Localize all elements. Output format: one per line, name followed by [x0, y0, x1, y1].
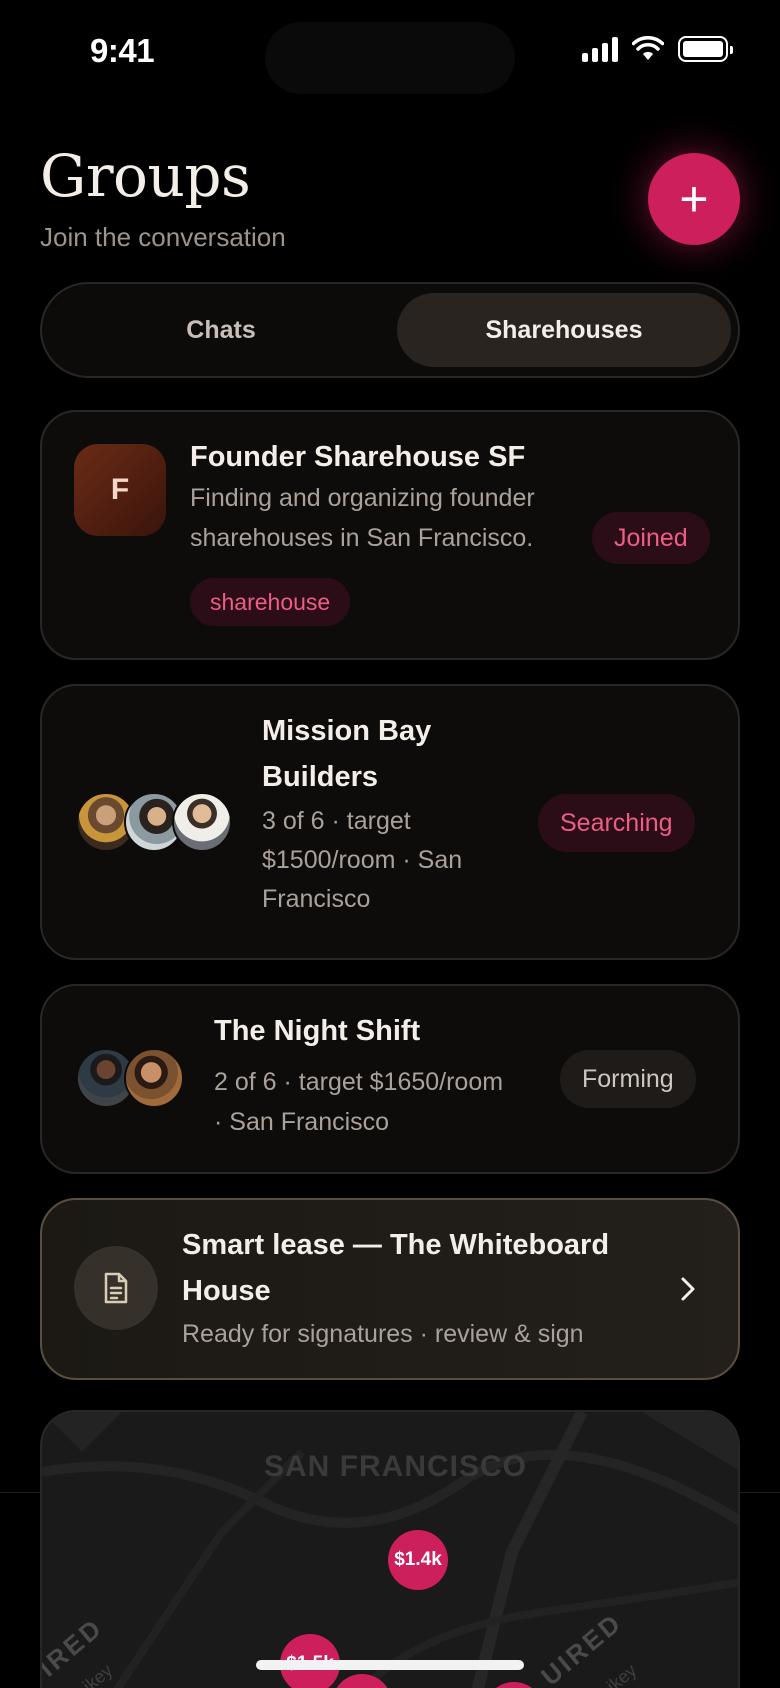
wifi-icon: [632, 36, 664, 60]
group-card-mission-bay[interactable]: Mission Bay Builders 3 of 6 · target $15…: [40, 684, 740, 960]
tab-chats[interactable]: Chats: [51, 293, 391, 367]
status-badge: Searching: [538, 794, 695, 852]
group-title: Mission Bay Builders: [262, 715, 432, 793]
add-group-button[interactable]: +: [648, 153, 740, 245]
page-subtitle: Join the conversation: [40, 222, 286, 252]
page-title: Groups: [40, 142, 251, 210]
member-avatar: [172, 792, 232, 852]
battery-icon: [678, 36, 733, 62]
plus-icon: +: [679, 171, 709, 227]
group-avatar: F: [74, 444, 166, 536]
lease-title: Smart lease — The Whiteboard House: [182, 1229, 610, 1307]
group-tag[interactable]: sharehouse: [190, 578, 351, 626]
status-badge: Forming: [560, 1050, 696, 1108]
signal-icon: [582, 36, 618, 62]
tab-sharehouses[interactable]: Sharehouses: [397, 293, 731, 367]
group-type-tabs: Chats Sharehouses: [40, 282, 740, 378]
map-price-pin[interactable]: $1.4k: [388, 1530, 448, 1590]
smart-lease-banner[interactable]: Smart lease — The Whiteboard House Ready…: [40, 1198, 740, 1380]
chevron-right-icon[interactable]: [676, 1274, 700, 1304]
document-icon: [74, 1246, 158, 1330]
group-card-night-shift[interactable]: The Night Shift 2 of 6 · target $1650/ro…: [40, 984, 740, 1174]
home-indicator[interactable]: [256, 1660, 524, 1670]
dynamic-island: [265, 22, 515, 94]
group-details: 3 of 6 · target $1500/room · San Francis…: [262, 807, 463, 913]
status-icons: [582, 36, 733, 62]
group-details: 2 of 6 · target $1650/room · San Francis…: [214, 1068, 504, 1136]
group-title: Founder Sharehouse SF: [190, 441, 526, 473]
group-description: Finding and organizing founder sharehous…: [190, 484, 535, 552]
sharehouse-map[interactable]: SAN FRANCISCO $1.4k $1.5k IRED ikey UIRE…: [40, 1410, 740, 1688]
map-area-label: SAN FRANCISCO: [264, 1450, 528, 1483]
status-time: 9:41: [90, 32, 155, 69]
status-badge: Joined: [592, 512, 710, 564]
group-card-founder-sharehouse[interactable]: F Founder Sharehouse SF Finding and orga…: [40, 410, 740, 660]
group-title: The Night Shift: [214, 1015, 421, 1047]
lease-subtitle: Ready for signatures · review & sign: [182, 1320, 584, 1348]
member-avatar: [124, 1048, 184, 1108]
